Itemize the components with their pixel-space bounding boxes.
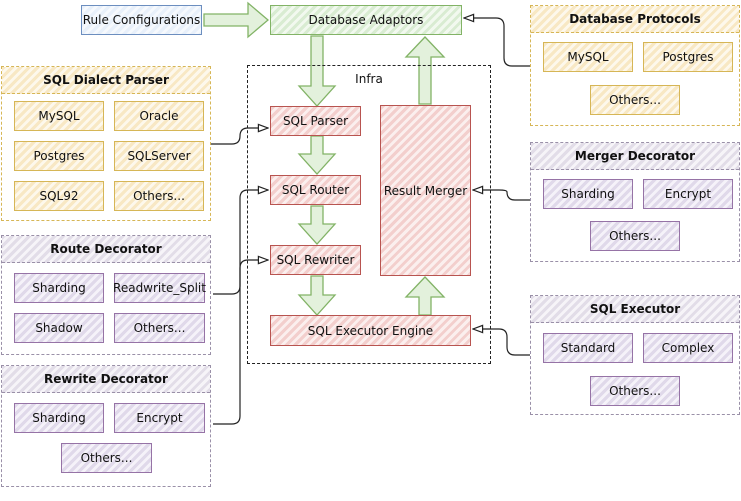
protocol-item: MySQL	[543, 42, 633, 72]
result-merger-box: Result Merger	[380, 105, 471, 276]
sql-dialect-parser-group: SQL Dialect Parser MySQL Oracle Postgres…	[1, 66, 211, 221]
merger-item: Others...	[590, 221, 680, 251]
connector-protocols-to-adaptors	[464, 18, 530, 67]
rewrite-item: Encrypt	[114, 403, 205, 433]
sql-dialect-parser-title: SQL Dialect Parser	[2, 67, 210, 94]
route-item: Sharding	[14, 273, 104, 303]
sql-executor-title: SQL Executor	[531, 296, 739, 323]
flow-arrow-rules-to-adaptors	[203, 1, 270, 39]
sql-router-box: SQL Router	[270, 175, 361, 205]
sql-executor-engine-box: SQL Executor Engine	[270, 315, 471, 346]
route-item: Others...	[114, 313, 205, 343]
dialect-item: Oracle	[114, 101, 204, 131]
merger-item: Encrypt	[643, 179, 733, 209]
merger-decorator-title: Merger Decorator	[531, 143, 739, 170]
route-decorator-title: Route Decorator	[2, 236, 210, 263]
database-protocols-group: Database Protocols MySQL Postgres Others…	[530, 5, 740, 126]
sql-parser-box: SQL Parser	[270, 106, 361, 136]
merger-decorator-group: Merger Decorator Sharding Encrypt Others…	[530, 142, 740, 262]
rewrite-item: Sharding	[14, 403, 104, 433]
database-adaptors-box: Database Adaptors	[270, 5, 462, 35]
infra-label: Infra	[355, 72, 383, 86]
executor-item: Others...	[590, 376, 680, 406]
route-item: Readwrite_Split	[113, 273, 206, 303]
route-item: Shadow	[14, 313, 104, 343]
dialect-item: MySQL	[14, 101, 104, 131]
rewrite-decorator-group: Rewrite Decorator Sharding Encrypt Other…	[1, 365, 211, 487]
rewrite-item: Others...	[61, 443, 152, 473]
merger-item: Sharding	[543, 179, 633, 209]
dialect-item: Postgres	[14, 141, 104, 171]
sql-rewriter-box: SQL Rewriter	[270, 245, 361, 275]
dialect-item: SQL92	[14, 181, 104, 211]
dialect-item: Others...	[114, 181, 204, 211]
rewrite-decorator-title: Rewrite Decorator	[2, 366, 210, 393]
dialect-item: SQLServer	[114, 141, 204, 171]
protocol-item: Postgres	[643, 42, 733, 72]
sql-executor-group: SQL Executor Standard Complex Others...	[530, 295, 740, 415]
executor-item: Complex	[643, 333, 733, 363]
protocol-item: Others...	[590, 85, 680, 115]
executor-item: Standard	[543, 333, 633, 363]
rule-configurations-box: Rule Configurations	[81, 5, 202, 35]
database-protocols-title: Database Protocols	[531, 6, 739, 33]
route-decorator-group: Route Decorator Sharding Readwrite_Split…	[1, 235, 211, 355]
